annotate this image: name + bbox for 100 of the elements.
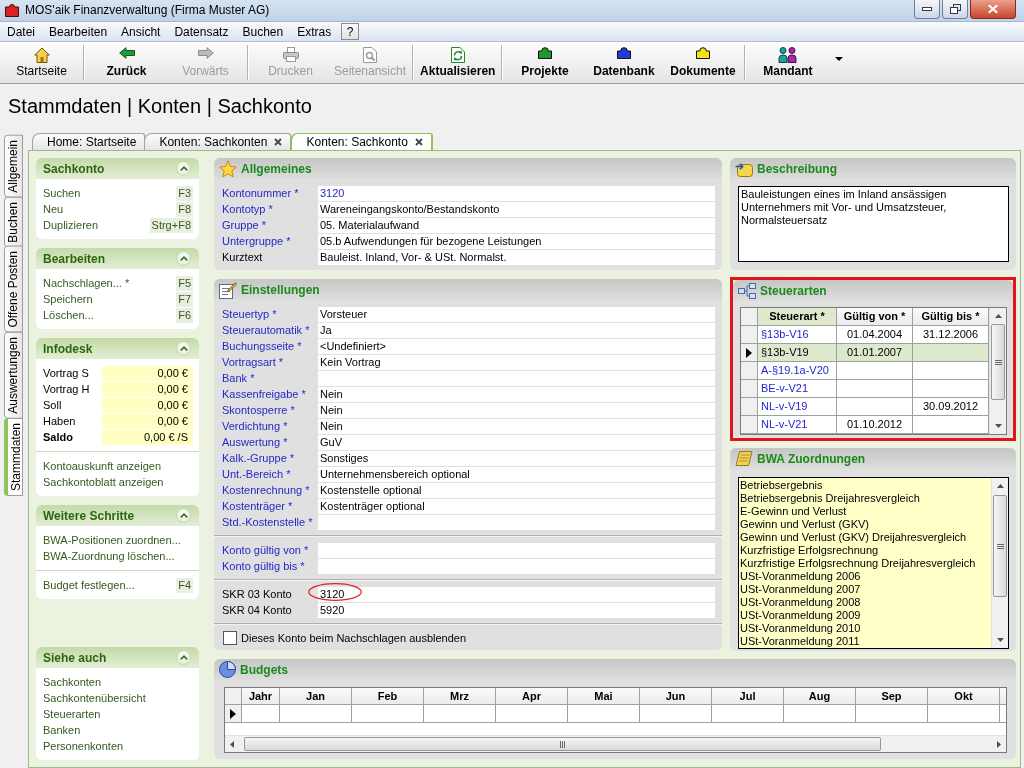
collapse-button[interactable] <box>176 161 191 176</box>
field-label[interactable]: Steuerautomatik * <box>222 323 318 339</box>
table-cell[interactable] <box>424 705 496 723</box>
close-icon[interactable] <box>414 138 423 146</box>
table-cell[interactable] <box>280 705 352 723</box>
column-header[interactable]: Jul <box>712 688 784 705</box>
input-field[interactable] <box>318 559 715 574</box>
task-link[interactable]: Kontoauskunft anzeigen <box>43 460 162 472</box>
task-link[interactable]: BWA-Positionen zuordnen... <box>43 534 181 546</box>
task-link[interactable]: Steuerarten <box>43 708 101 720</box>
toolbar-button[interactable]: Zurück <box>87 42 166 83</box>
document-tab[interactable]: Konten: Sachkonten <box>144 133 292 150</box>
input-field[interactable]: Kostenträger optional <box>318 499 715 514</box>
description-field[interactable]: Bauleistungen eines im Inland ansässigen Unternehmers mit Vor- und Umsatzsteuer, Normalsteuersatz <box>738 186 1009 262</box>
help-button[interactable]: ? <box>341 23 360 40</box>
list-item[interactable]: Gewinn und Verlust (GKV) <box>740 518 991 531</box>
field-label[interactable]: Vortragsart * <box>222 355 318 371</box>
vertical-tab[interactable]: Allgemein <box>4 135 23 198</box>
table-cell[interactable] <box>640 705 712 723</box>
task-link[interactable]: Personenkonten <box>43 740 124 752</box>
row-header-cell[interactable] <box>741 326 758 344</box>
scroll-up-arrow-icon[interactable] <box>994 314 1002 318</box>
column-header[interactable]: Okt <box>928 688 1000 705</box>
collapse-button[interactable] <box>176 650 191 665</box>
list-item[interactable]: Gewinn und Verlust (GKV) Dreijahresvergleich <box>740 531 991 544</box>
vertical-tab[interactable]: Buchen <box>4 196 23 248</box>
input-field[interactable] <box>318 515 715 530</box>
horizontal-scrollbar[interactable] <box>225 735 1006 752</box>
column-header[interactable]: Gültig von * <box>837 308 913 326</box>
column-header[interactable]: Jahr <box>242 688 280 705</box>
column-header[interactable]: Apr <box>496 688 568 705</box>
toolbar-button[interactable]: Mandant <box>748 42 828 83</box>
collapse-button[interactable] <box>176 508 191 523</box>
field-label[interactable]: Verdichtung * <box>222 419 318 435</box>
scrollbar-thumb[interactable] <box>993 495 1007 597</box>
task-link[interactable]: Banken <box>43 724 81 736</box>
row-header-cell[interactable] <box>741 362 758 380</box>
task-link[interactable]: Sachkontoblatt anzeigen <box>43 476 164 488</box>
input-field[interactable]: 05. Materialaufwand <box>318 218 715 233</box>
table-cell[interactable] <box>568 705 640 723</box>
field-label[interactable]: Std.-Kostenstelle * <box>222 515 318 531</box>
table-cell[interactable] <box>496 705 568 723</box>
input-field[interactable]: 3120 <box>318 587 715 602</box>
column-header[interactable]: Jan <box>280 688 352 705</box>
table-cell[interactable] <box>856 705 928 723</box>
list-item[interactable]: USt-Voranmeldung 2008 <box>740 596 991 609</box>
field-label[interactable]: Konto gültig von * <box>222 543 318 559</box>
task-link[interactable]: Duplizieren <box>43 219 99 231</box>
field-label[interactable]: Konto gültig bis * <box>222 559 318 575</box>
checkbox-label[interactable]: Dieses Konto beim Nachschlagen ausblenden <box>241 632 467 644</box>
field-label[interactable]: Steuertyp * <box>222 307 318 323</box>
input-field[interactable] <box>318 543 715 558</box>
field-label[interactable]: Auswertung * <box>222 435 318 451</box>
column-header[interactable]: Gültig bis * <box>913 308 989 326</box>
list-item[interactable]: E-Gewinn und Verlust <box>740 505 991 518</box>
row-header-cell[interactable] <box>741 380 758 398</box>
task-link[interactable]: Speichern <box>43 293 93 305</box>
list-item[interactable]: Kurzfristige Erfolgsrechnung <box>740 544 991 557</box>
table-cell[interactable] <box>928 705 1000 723</box>
column-header[interactable]: Feb <box>352 688 424 705</box>
field-label[interactable]: Kontonummer * <box>222 186 318 202</box>
menu-item[interactable]: Ansicht <box>115 22 167 41</box>
scroll-down-arrow-icon[interactable] <box>994 424 1002 428</box>
task-link[interactable]: Sachkontenübersicht <box>43 692 146 704</box>
vertical-tab[interactable]: Offene Posten <box>4 246 23 333</box>
input-field[interactable]: 5920 <box>318 603 715 618</box>
column-header[interactable]: Mai <box>568 688 640 705</box>
toolbar-button[interactable]: Startseite <box>2 42 81 83</box>
task-link[interactable]: Löschen... <box>43 309 94 321</box>
column-header[interactable]: Steuerart * <box>758 308 837 326</box>
task-link[interactable]: Sachkonten <box>43 676 102 688</box>
input-field[interactable]: Unternehmensbereich optional <box>318 467 715 482</box>
field-label[interactable]: Gruppe * <box>222 218 318 234</box>
list-item[interactable]: Betriebsergebnis Dreijahresvergleich <box>740 492 991 505</box>
field-label[interactable]: Kontotyp * <box>222 202 318 218</box>
field-label[interactable]: Kalk.-Gruppe * <box>222 451 318 467</box>
scroll-up-arrow-icon[interactable] <box>996 484 1004 488</box>
scrollbar-thumb[interactable] <box>991 324 1005 400</box>
scroll-left-arrow-icon[interactable] <box>230 740 234 748</box>
row-header-cell[interactable] <box>741 398 758 416</box>
input-field[interactable]: <Undefiniert> <box>318 339 715 354</box>
checkbox[interactable] <box>223 631 237 645</box>
field-label[interactable]: Unt.-Bereich * <box>222 467 318 483</box>
menu-item[interactable]: Datei <box>1 22 41 41</box>
vertical-scrollbar[interactable] <box>989 308 1006 434</box>
collapse-button[interactable] <box>176 341 191 356</box>
row-header-cell[interactable] <box>225 705 242 723</box>
field-label[interactable]: Kostenrechnung * <box>222 483 318 499</box>
close-icon[interactable] <box>274 138 283 146</box>
vertical-scrollbar[interactable] <box>991 478 1008 648</box>
input-field[interactable]: 3120 <box>318 186 715 201</box>
toolbar-button[interactable]: Dokumente <box>663 42 743 83</box>
input-field[interactable] <box>318 371 715 386</box>
task-link[interactable]: Suchen <box>43 187 81 199</box>
input-field[interactable]: GuV <box>318 435 715 450</box>
toolbar-button[interactable]: Projekte <box>505 42 585 83</box>
input-field[interactable]: Vorsteuer <box>318 307 715 322</box>
toolbar-button[interactable]: Aktualisieren <box>416 42 500 83</box>
task-link[interactable]: Nachschlagen... * <box>43 277 130 289</box>
row-header-cell[interactable] <box>741 416 758 434</box>
